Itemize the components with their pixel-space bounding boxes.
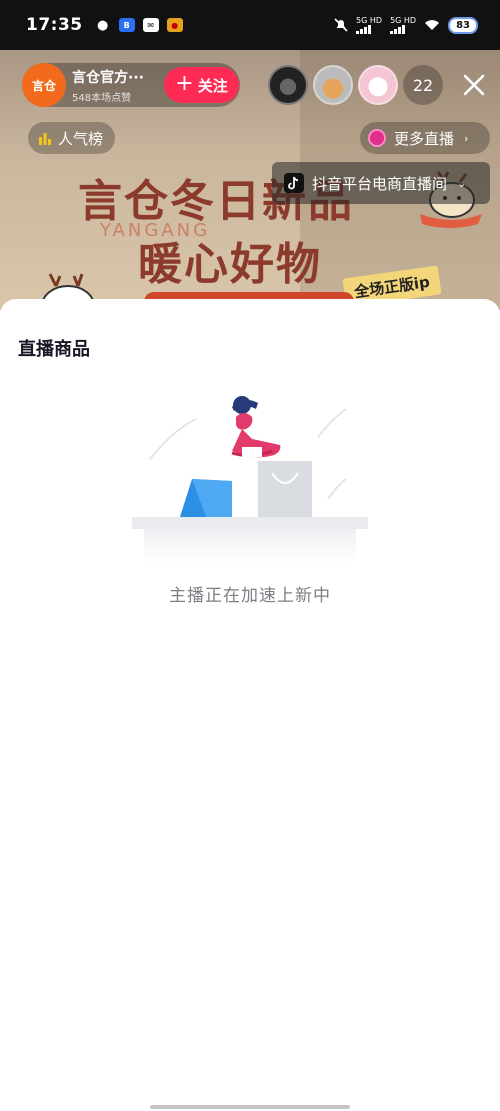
more-live-label: 更多直播 [394, 129, 455, 148]
follow-label: 关注 [197, 76, 228, 95]
home-indicator[interactable] [150, 1105, 350, 1109]
battery-indicator: 83 [448, 16, 478, 34]
bar-chart-icon [39, 133, 51, 145]
weibo-icon: ● [166, 18, 183, 32]
empty-state-text: 主播正在加速上新中 [169, 586, 331, 606]
signal-1: 5G HD [356, 16, 382, 34]
douyin-logo-icon [284, 173, 304, 193]
popularity-rank-button[interactable]: 人气榜 [28, 122, 116, 154]
close-icon[interactable] [461, 72, 487, 98]
viewer-avatar[interactable] [313, 65, 353, 105]
banner-title-line2: 暖心好物 [138, 239, 322, 290]
sheet-title: 直播商品 [18, 339, 90, 360]
viewer-avatar[interactable] [358, 65, 398, 105]
app-icon-blue: B [118, 18, 135, 32]
wechat-icon: ● [96, 17, 109, 33]
rank-label: 人气榜 [58, 129, 104, 148]
viewer-avatar[interactable] [268, 65, 308, 105]
mail-icon: ✉ [142, 18, 159, 32]
more-live-button[interactable]: 更多直播 › [360, 122, 490, 154]
mute-icon [334, 18, 348, 32]
host-name: 言仓官方··· [72, 69, 144, 86]
status-app-icons: ● B ✉ ● [95, 17, 183, 33]
plus-icon: + [175, 71, 194, 96]
signal-2: 5G HD [390, 16, 416, 34]
viewer-count[interactable]: 22 [403, 65, 443, 105]
wifi-icon [425, 20, 440, 30]
host-likes: 548本场点赞 [72, 92, 132, 104]
platform-tag[interactable]: 抖音平台电商直播间 ⌄ [272, 162, 490, 204]
host-avatar[interactable]: 言仓 [22, 63, 66, 107]
follow-button[interactable]: + 关注 [164, 67, 239, 103]
platform-tag-label: 抖音平台电商直播间 [312, 174, 448, 193]
viewer-list[interactable]: 22 [268, 65, 443, 105]
chevron-down-icon: ⌄ [457, 176, 467, 190]
live-avatar-icon [368, 129, 386, 147]
status-time: 17:35 [26, 15, 83, 35]
product-sheet: 直播商品 主播正在加速上新中 [0, 299, 500, 1111]
empty-state-illustration [132, 396, 368, 563]
status-bar: 17:35 ● B ✉ ● 5G HD 5G HD 83 [0, 0, 500, 50]
chevron-right-icon: › [464, 131, 469, 145]
status-indicators: 5G HD 5G HD 83 [334, 16, 478, 34]
